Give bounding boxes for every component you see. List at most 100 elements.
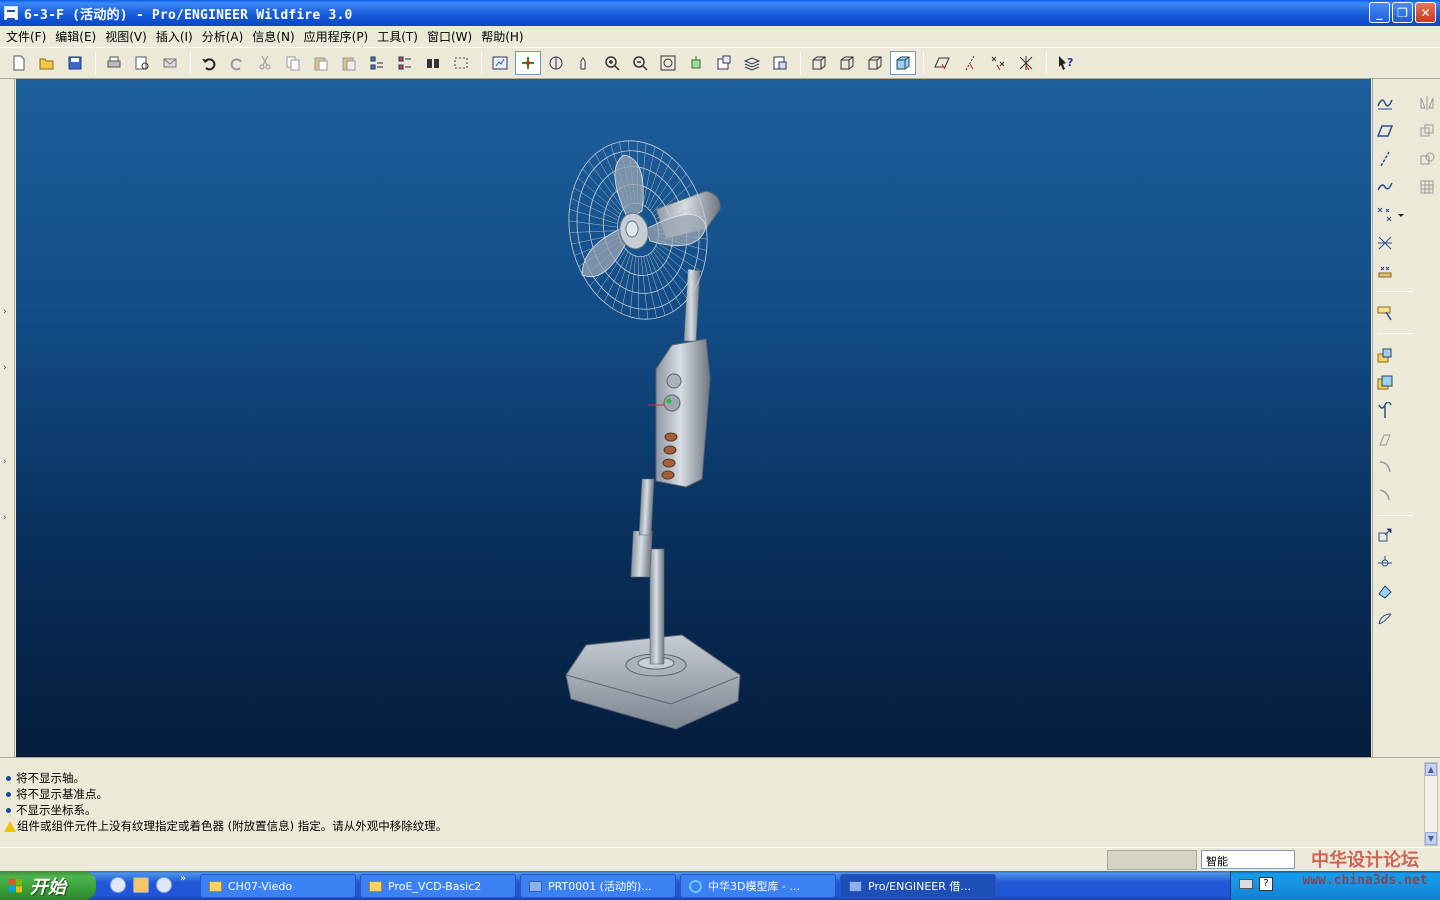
browser-quicklaunch-icon[interactable] [156, 877, 172, 893]
rib-icon[interactable] [1373, 551, 1397, 575]
coord-systems-icon[interactable] [1013, 51, 1039, 75]
datum-point-icon[interactable] [1373, 203, 1397, 227]
extrude-icon[interactable] [1373, 343, 1397, 367]
quicklaunch-overflow-icon[interactable]: » [180, 873, 186, 884]
orient-mode-icon[interactable] [543, 51, 569, 75]
keyboard-icon[interactable] [1239, 879, 1253, 889]
select-box-icon[interactable] [448, 51, 474, 75]
hidden-line-icon[interactable] [834, 51, 860, 75]
view-manager-icon[interactable] [767, 51, 793, 75]
email-icon[interactable] [157, 51, 183, 75]
menu-analysis[interactable]: 分析(A) [200, 28, 251, 45]
regen-manager-icon[interactable] [392, 51, 418, 75]
round-icon[interactable] [1373, 483, 1397, 507]
datum-points-icon[interactable] [985, 51, 1011, 75]
zoom-in-icon[interactable] [599, 51, 625, 75]
scroll-up-icon[interactable]: ▲ [1425, 763, 1437, 776]
analysis-icon[interactable] [1373, 259, 1397, 283]
sketch-icon[interactable] [1373, 91, 1397, 115]
dropdown-arrow-icon[interactable] [1395, 203, 1407, 227]
menu-tools[interactable]: 工具(T) [375, 28, 425, 45]
menu-window[interactable]: 窗口(W) [425, 28, 479, 45]
datum-curve-icon[interactable] [1373, 175, 1397, 199]
hole-icon[interactable] [1373, 455, 1397, 479]
layers-icon[interactable] [739, 51, 765, 75]
new-icon[interactable] [6, 51, 32, 75]
no-hidden-icon[interactable] [862, 51, 888, 75]
paste-special-icon[interactable] [336, 51, 362, 75]
navigator-collapse-strip[interactable]: › › › › [0, 79, 15, 757]
datum-planes-icon[interactable] [929, 51, 955, 75]
chamfer-icon[interactable] [1373, 523, 1397, 547]
open-icon[interactable] [34, 51, 60, 75]
trim-icon[interactable] [1415, 147, 1439, 171]
reorient-icon[interactable] [683, 51, 709, 75]
menu-edit[interactable]: 编辑(E) [53, 28, 103, 45]
message-scrollbar[interactable]: ▲ ▼ [1424, 762, 1438, 846]
status-bar: 智能 [0, 847, 1440, 871]
refit-icon[interactable] [655, 51, 681, 75]
menu-insert[interactable]: 插入(I) [154, 28, 200, 45]
app-icon[interactable] [4, 6, 18, 20]
scroll-track[interactable] [1425, 776, 1437, 832]
merge-icon[interactable] [1415, 119, 1439, 143]
redo-icon[interactable] [224, 51, 250, 75]
media-player-icon[interactable] [110, 877, 126, 893]
shell-icon[interactable] [1373, 579, 1397, 603]
taskbar-button[interactable]: ProE_VCD-Basic2 [360, 874, 516, 898]
shading-icon[interactable] [890, 51, 916, 75]
menu-file[interactable]: 文件(F) [4, 28, 53, 45]
spin-center-icon[interactable] [515, 51, 541, 75]
revolve-icon[interactable] [1373, 371, 1397, 395]
wireframe-icon[interactable] [806, 51, 832, 75]
window-title-bar[interactable]: 6-3-F (活动的) - Pro/ENGINEER Wildfire 3.0 … [0, 0, 1440, 26]
folder-icon [209, 880, 222, 892]
zoom-out-icon[interactable] [627, 51, 653, 75]
sketch-tool-icon[interactable] [1373, 301, 1397, 325]
taskbar-button-active[interactable]: Pro/ENGINEER 借... [840, 874, 996, 898]
cut-icon[interactable] [252, 51, 278, 75]
expand-arrow-icon[interactable]: › [3, 458, 10, 467]
pan-icon[interactable] [571, 51, 597, 75]
taskbar-button[interactable]: PRT0001 (活动的)... [520, 874, 676, 898]
quicklaunch-icon[interactable] [133, 877, 149, 893]
pattern-icon[interactable] [1415, 175, 1439, 199]
mirror-icon[interactable] [1415, 91, 1439, 115]
saved-views-icon[interactable] [711, 51, 737, 75]
datum-plane-icon[interactable] [1373, 119, 1397, 143]
scroll-down-icon[interactable]: ▼ [1425, 832, 1437, 845]
undo-icon[interactable] [196, 51, 222, 75]
repaint-icon[interactable] [487, 51, 513, 75]
graphics-viewport[interactable] [16, 79, 1371, 757]
help-tray-icon[interactable]: ? [1259, 877, 1273, 891]
draft-icon[interactable] [1373, 607, 1397, 631]
menu-applications[interactable]: 应用程序(P) [302, 28, 376, 45]
close-button[interactable]: ✕ [1415, 2, 1436, 23]
selection-filter-select[interactable]: 智能 [1201, 850, 1295, 869]
context-help-icon[interactable]: ? [1052, 51, 1078, 75]
regenerate-icon[interactable] [364, 51, 390, 75]
save-icon[interactable] [62, 51, 88, 75]
menu-view[interactable]: 视图(V) [103, 28, 154, 45]
paste-icon[interactable] [308, 51, 334, 75]
start-button[interactable]: 开始 [0, 871, 96, 900]
taskbar-button[interactable]: CH07-Viedo [200, 874, 356, 898]
taskbar-button[interactable]: 中华3D模型库 - ... [680, 874, 836, 898]
datum-axis-icon[interactable] [1373, 147, 1397, 171]
maximize-button[interactable]: ❐ [1392, 2, 1413, 23]
datum-axes-icon[interactable] [957, 51, 983, 75]
print-icon[interactable] [101, 51, 127, 75]
expand-arrow-icon[interactable]: › [3, 364, 10, 373]
blend-icon[interactable] [1373, 427, 1397, 451]
toolbar-separator [923, 52, 924, 74]
copy-icon[interactable] [280, 51, 306, 75]
sweep-icon[interactable] [1373, 399, 1397, 423]
find-icon[interactable] [420, 51, 446, 75]
expand-arrow-icon[interactable]: › [3, 514, 10, 523]
menu-info[interactable]: 信息(N) [250, 28, 301, 45]
minimize-button[interactable]: _ [1369, 2, 1390, 23]
coord-sys-icon[interactable] [1373, 231, 1397, 255]
expand-arrow-icon[interactable]: › [3, 308, 10, 317]
print-preview-icon[interactable] [129, 51, 155, 75]
menu-help[interactable]: 帮助(H) [479, 28, 530, 45]
